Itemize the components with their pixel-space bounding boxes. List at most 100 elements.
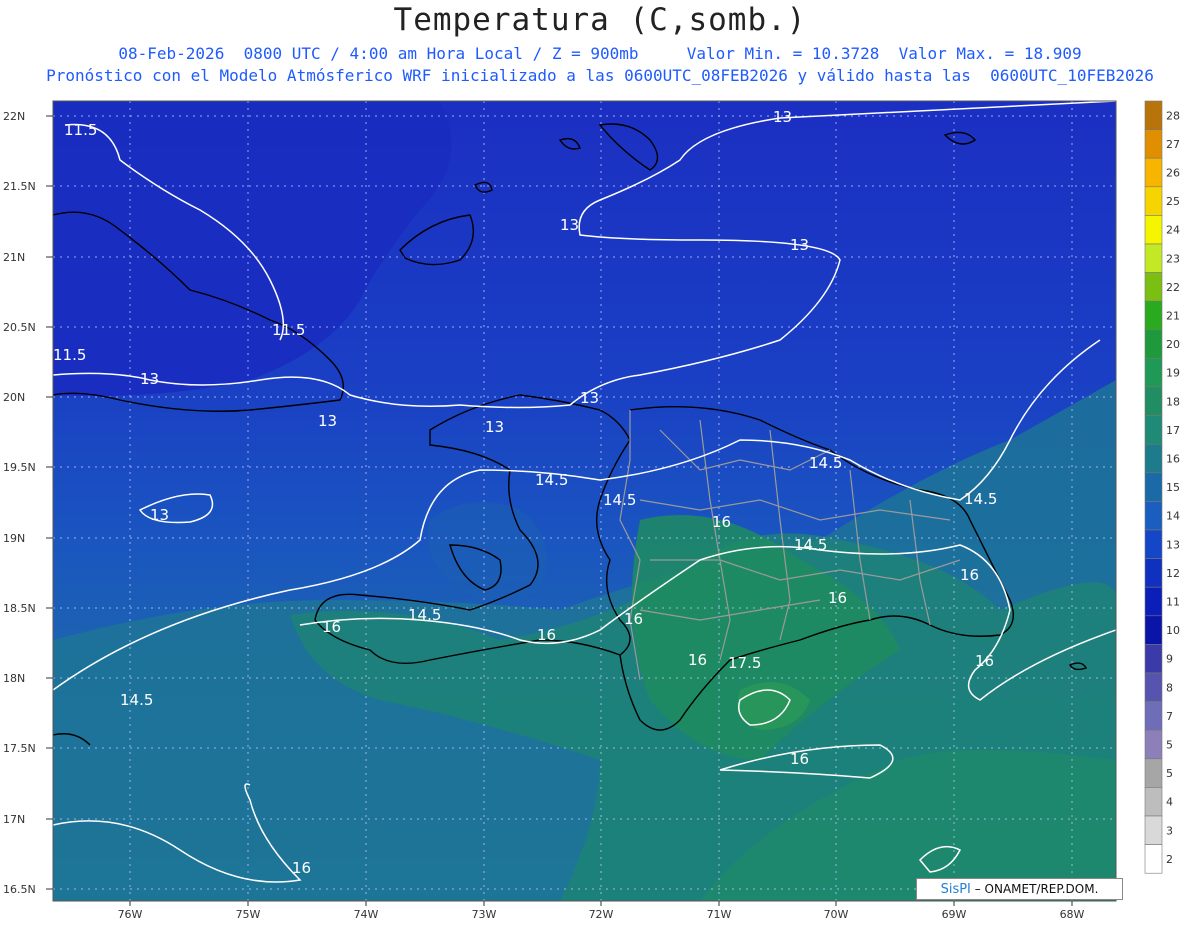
contour-label: 11.5 <box>64 121 97 139</box>
lon-label: 72W <box>589 908 614 921</box>
contour-label: 16 <box>322 618 341 636</box>
colorbar-label: 25 <box>1166 195 1180 208</box>
colorbar-label: 10 <box>1166 624 1180 637</box>
colorbar: 2827262524232221201918171615141312111098… <box>1144 100 1180 874</box>
colorbar-swatch <box>1144 100 1163 130</box>
lat-label: 17N <box>3 813 25 826</box>
contour-label: 16 <box>624 610 643 628</box>
colorbar-label: 3 <box>1166 824 1173 837</box>
contour-label: 16 <box>790 750 809 768</box>
lon-label: 71W <box>707 908 732 921</box>
lat-label: 18N <box>3 672 25 685</box>
contour-label: 16 <box>828 589 847 607</box>
colorbar-swatch <box>1144 129 1163 159</box>
colorbar-label: 28 <box>1166 109 1180 122</box>
contour-label: 14.5 <box>964 490 997 508</box>
colorbar-swatch <box>1144 300 1163 331</box>
lat-label: 19.5N <box>3 461 36 474</box>
credit-box: SisPI – ONAMET/REP.DOM. <box>916 878 1123 900</box>
lat-label: 16.5N <box>3 883 36 896</box>
colorbar-label: 2 <box>1166 853 1173 866</box>
colorbar-label: 26 <box>1166 167 1180 180</box>
colorbar-swatch <box>1144 243 1163 273</box>
latitude-axis: 22N 21.5N 21N 20.5N 20N 19.5N 19N 18.5N … <box>3 110 53 896</box>
colorbar-swatch <box>1144 844 1163 874</box>
colorbar-swatch <box>1144 415 1163 445</box>
lat-label: 21.5N <box>3 180 36 193</box>
colorbar-swatch <box>1144 815 1163 845</box>
colorbar-label: 21 <box>1166 310 1180 323</box>
colorbar-swatch <box>1144 787 1163 817</box>
contour-label: 13 <box>140 370 159 388</box>
contour-label: 16 <box>292 859 311 877</box>
colorbar-swatch <box>1144 386 1163 416</box>
lat-label: 20.5N <box>3 321 36 334</box>
colorbar-swatch <box>1144 758 1163 788</box>
colorbar-swatch <box>1144 558 1163 588</box>
contour-label: 16 <box>712 513 731 531</box>
colorbar-swatch <box>1144 472 1163 502</box>
map-figure: 11.5 11.5 11.5 13 13 13 13 13 13 13 13 1… <box>3 100 1180 921</box>
contour-label: 13 <box>580 389 599 407</box>
colorbar-swatch <box>1144 586 1163 617</box>
contour-label: 14.5 <box>408 606 441 624</box>
contour-label: 13 <box>150 506 169 524</box>
colorbar-swatch <box>1144 672 1163 702</box>
colorbar-swatch <box>1144 443 1163 474</box>
contour-label: 13 <box>773 108 792 126</box>
contour-label: 13 <box>790 236 809 254</box>
colorbar-label: 15 <box>1166 481 1180 494</box>
lat-label: 17.5N <box>3 742 36 755</box>
colorbar-label: 7 <box>1166 710 1173 723</box>
colorbar-label: 18 <box>1166 395 1180 408</box>
colorbar-label: 5 <box>1166 739 1173 752</box>
colorbar-label: 4 <box>1166 796 1173 809</box>
credit-brand: SisPI <box>940 882 971 897</box>
lat-label: 22N <box>3 110 25 123</box>
colorbar-swatch <box>1144 215 1163 245</box>
lon-label: 74W <box>354 908 379 921</box>
contour-label: 13 <box>318 412 337 430</box>
colorbar-label: 12 <box>1166 567 1180 580</box>
lat-label: 21N <box>3 251 25 264</box>
colorbar-swatch <box>1144 615 1163 645</box>
colorbar-swatch <box>1144 272 1163 302</box>
contour-label: 11.5 <box>272 321 305 339</box>
lon-label: 70W <box>824 908 849 921</box>
colorbar-label: 19 <box>1166 367 1180 380</box>
colorbar-swatch <box>1144 329 1163 359</box>
temperature-field: 11.5 11.5 11.5 13 13 13 13 13 13 13 13 1… <box>53 101 1116 901</box>
contour-label: 16 <box>960 566 979 584</box>
contour-label: 16 <box>975 652 994 670</box>
contour-label: 16 <box>688 651 707 669</box>
contour-label: 17.5 <box>728 654 761 672</box>
lat-label: 19N <box>3 532 25 545</box>
longitude-axis: 76W 75W 74W 73W 72W 71W 70W 69W 68W <box>118 901 1085 921</box>
colorbar-label: 22 <box>1166 281 1180 294</box>
lon-label: 68W <box>1060 908 1085 921</box>
lat-label: 20N <box>3 391 25 404</box>
colorbar-swatch <box>1144 157 1163 188</box>
colorbar-label: 17 <box>1166 424 1180 437</box>
colorbar-swatch <box>1144 186 1163 216</box>
contour-label: 13 <box>485 418 504 436</box>
lon-label: 75W <box>236 908 261 921</box>
colorbar-label: 8 <box>1166 681 1173 694</box>
contour-label: 13 <box>560 216 579 234</box>
contour-label: 14.5 <box>603 491 636 509</box>
colorbar-label: 27 <box>1166 138 1180 151</box>
colorbar-label: 9 <box>1166 653 1173 666</box>
colorbar-swatch <box>1144 729 1163 760</box>
colorbar-label: 14 <box>1166 510 1180 523</box>
colorbar-swatch <box>1144 358 1163 388</box>
lon-label: 76W <box>118 908 143 921</box>
colorbar-label: 24 <box>1166 224 1180 237</box>
colorbar-label: 13 <box>1166 538 1180 551</box>
contour-label: 14.5 <box>120 691 153 709</box>
lon-label: 69W <box>942 908 967 921</box>
colorbar-swatch <box>1144 529 1163 559</box>
credit-text: – ONAMET/REP.DOM. <box>970 882 1099 896</box>
contour-label: 14.5 <box>809 454 842 472</box>
contour-label: 14.5 <box>794 536 827 554</box>
colorbar-swatch <box>1144 501 1163 531</box>
